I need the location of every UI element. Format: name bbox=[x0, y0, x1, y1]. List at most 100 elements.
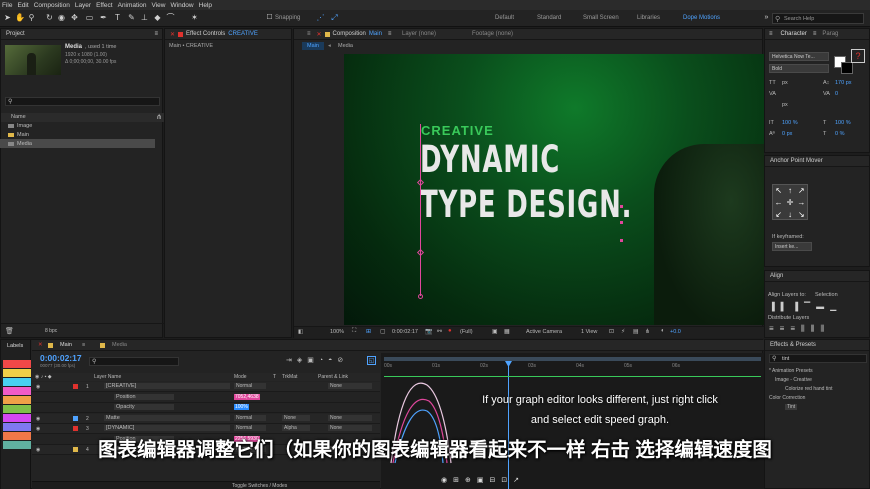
current-time[interactable]: 0:00:02:17 bbox=[392, 329, 418, 335]
visibility-icon[interactable]: ◉ bbox=[36, 416, 40, 422]
layer-name[interactable]: [CREATIVE] bbox=[104, 383, 230, 389]
bpc-label[interactable]: 8 bpc bbox=[45, 328, 57, 334]
zoom-tool-icon[interactable]: ⚲ bbox=[27, 13, 36, 22]
roto-tool-icon[interactable]: ⌒ bbox=[166, 13, 175, 22]
distribute-buttons[interactable]: ≡≡≡⫼⫼⫼ bbox=[769, 324, 830, 334]
insert-keyframe-dropdown[interactable]: Insert ke... bbox=[772, 242, 812, 251]
project-item[interactable]: Main bbox=[0, 130, 155, 139]
pan-behind-tool-icon[interactable]: ✥ bbox=[70, 13, 79, 22]
preset-group[interactable]: * Animation Presets bbox=[769, 368, 813, 374]
eraser-tool-icon[interactable]: ◆ bbox=[153, 13, 162, 22]
project-search-input[interactable]: ⚲ bbox=[5, 97, 160, 106]
visibility-icon[interactable]: ◉ bbox=[36, 384, 40, 390]
bounding-handle[interactable] bbox=[620, 221, 623, 224]
layer-name[interactable]: [DYNAMIC] bbox=[104, 425, 230, 431]
parent-dropdown[interactable]: None bbox=[328, 414, 372, 421]
bounding-handle[interactable] bbox=[620, 239, 623, 242]
fit-icon[interactable]: ⛶ bbox=[352, 328, 356, 335]
menu-icon[interactable]: ≡ bbox=[769, 31, 773, 37]
pen-tool-icon[interactable]: ✒ bbox=[99, 13, 108, 22]
menu-icon[interactable]: ≡ bbox=[307, 31, 311, 37]
keyframe-handle[interactable] bbox=[416, 248, 425, 257]
arrow-up-left-icon[interactable]: ↖ bbox=[773, 185, 784, 197]
stroke-color-swatch[interactable] bbox=[841, 62, 853, 74]
roi-icon[interactable]: ▣ bbox=[492, 328, 498, 335]
parent-dropdown[interactable]: None bbox=[328, 425, 372, 431]
mask-icon[interactable]: ▢ bbox=[380, 328, 386, 335]
tsume-value[interactable]: 0 % bbox=[835, 131, 844, 137]
label-color-swatch[interactable] bbox=[3, 405, 31, 413]
layer-name-column[interactable]: Layer Name bbox=[94, 374, 121, 380]
flowchart-icon[interactable]: ⋔ bbox=[156, 113, 162, 121]
blend-mode-dropdown[interactable]: Normal bbox=[234, 425, 266, 431]
subtab-main[interactable]: Main bbox=[302, 42, 324, 50]
paragraph-tab[interactable]: Parag bbox=[822, 31, 838, 37]
brush-tool-icon[interactable]: ✎ bbox=[127, 13, 136, 22]
grid-icon[interactable]: ⊞ bbox=[366, 328, 371, 335]
menu-item[interactable]: Edit bbox=[17, 2, 28, 9]
transparency-grid-icon[interactable]: ▦ bbox=[504, 328, 510, 335]
blend-mode-dropdown[interactable]: Normal bbox=[234, 383, 266, 389]
label-color-swatch[interactable] bbox=[3, 360, 31, 368]
layer-row[interactable]: ◉ 1 [CREATIVE] Normal None bbox=[32, 382, 380, 392]
menu-icon[interactable]: ≡ bbox=[813, 31, 817, 37]
timeline-current-time[interactable]: 0:00:02:17 bbox=[40, 353, 82, 363]
property-value[interactable]: 100% bbox=[234, 404, 249, 410]
font-family-dropdown[interactable]: Helvetica Now Te... bbox=[769, 52, 829, 61]
character-tab[interactable]: Character bbox=[781, 31, 807, 37]
align-buttons[interactable]: ▐▌▐▔▬▁ bbox=[769, 302, 842, 311]
timeline-tab-main[interactable]: Main bbox=[60, 342, 72, 348]
expand-icon[interactable]: ⤢ bbox=[330, 13, 339, 22]
layer-label-color[interactable] bbox=[73, 415, 78, 421]
text-creative[interactable]: CREATIVE bbox=[421, 123, 494, 138]
timeline-icon[interactable]: ▤ bbox=[633, 328, 639, 335]
timeline-search-input[interactable]: ⚲ bbox=[89, 357, 179, 366]
property-value[interactable]: 7052,4638 bbox=[234, 393, 260, 400]
trkmat-dropdown[interactable]: Alpha bbox=[282, 425, 310, 431]
property-name[interactable]: Opacity bbox=[114, 404, 174, 410]
property-name[interactable]: Position bbox=[114, 393, 174, 400]
lock-icon[interactable] bbox=[178, 31, 184, 37]
project-item[interactable]: Media bbox=[0, 139, 155, 148]
quality-dropdown[interactable]: (Full) bbox=[460, 329, 473, 335]
menu-item[interactable]: Layer bbox=[75, 2, 91, 9]
snapping-icon[interactable]: ⋰ bbox=[316, 13, 325, 22]
layer-label-color[interactable] bbox=[73, 384, 78, 389]
label-color-swatch[interactable] bbox=[3, 414, 31, 422]
composition-viewer[interactable]: CREATIVE DYNAMIC TYPE DESIGN. bbox=[344, 54, 764, 325]
bounding-handle[interactable] bbox=[620, 205, 623, 208]
search-help-box[interactable]: ⚲ Search Help bbox=[772, 13, 864, 24]
vertical-scale-value[interactable]: 100 % bbox=[782, 120, 798, 126]
align-to-dropdown[interactable]: Selection bbox=[815, 292, 838, 298]
name-column[interactable]: Name bbox=[11, 114, 26, 120]
horizontal-scale-value[interactable]: 100 % bbox=[835, 120, 851, 126]
center-icon[interactable]: ✛ bbox=[784, 197, 795, 209]
rotate-tool-icon[interactable]: ↻ bbox=[45, 13, 54, 22]
arrow-up-icon[interactable]: ↑ bbox=[784, 185, 795, 197]
menu-item[interactable]: Composition bbox=[34, 2, 70, 9]
blend-mode-dropdown[interactable]: Normal bbox=[234, 414, 266, 421]
preset-item[interactable]: Colorize red hand tint bbox=[785, 386, 833, 392]
composition-tab-name[interactable]: Main bbox=[369, 31, 382, 37]
arrow-right-icon[interactable]: → bbox=[796, 197, 807, 209]
fast-preview-icon[interactable]: ⚡ bbox=[621, 328, 625, 335]
show-snapshot-icon[interactable]: ⚯ bbox=[437, 328, 442, 335]
arrow-down-icon[interactable]: ↓ bbox=[784, 209, 795, 221]
pixel-aspect-icon[interactable]: ⊡ bbox=[609, 328, 614, 335]
label-color-swatch[interactable] bbox=[3, 387, 31, 395]
workspace-tab[interactable]: Small Screen bbox=[583, 15, 619, 21]
camera-tool-icon[interactable]: ◉ bbox=[57, 13, 66, 22]
camera-dropdown[interactable]: Active Camera bbox=[526, 329, 562, 335]
parent-dropdown[interactable]: None bbox=[328, 383, 372, 389]
graph-editor-button[interactable]: ◱ bbox=[367, 356, 376, 365]
text-dynamic[interactable]: DYNAMIC bbox=[420, 140, 560, 180]
no-fill-icon[interactable]: ? bbox=[851, 49, 865, 63]
tracking-value[interactable]: 0 bbox=[835, 91, 838, 97]
visibility-icon[interactable]: ◉ bbox=[36, 426, 40, 432]
label-color-swatch[interactable] bbox=[3, 396, 31, 404]
arrow-down-left-icon[interactable]: ↙ bbox=[773, 209, 784, 221]
close-icon[interactable]: ✕ bbox=[38, 342, 43, 348]
layer-name[interactable]: Matte bbox=[104, 414, 230, 421]
text-type-design[interactable]: TYPE DESIGN. bbox=[420, 185, 632, 225]
label-color-swatch[interactable] bbox=[3, 378, 31, 386]
